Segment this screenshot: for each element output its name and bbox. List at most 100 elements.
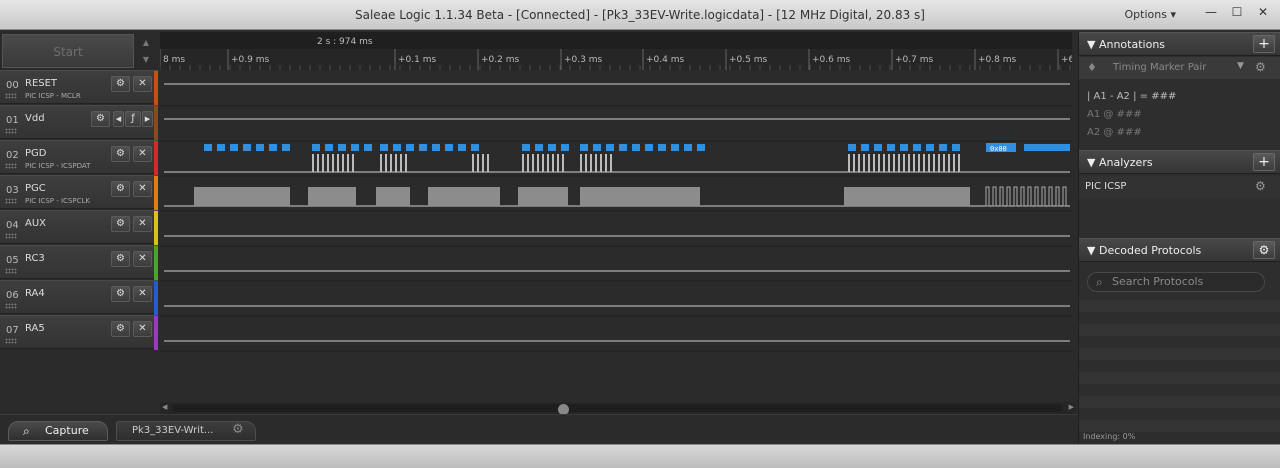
collapse-icon[interactable]: ▼ — [1087, 156, 1095, 169]
maximize-button[interactable]: ☐ — [1226, 3, 1248, 21]
channel-number: 07 — [6, 325, 19, 336]
decoded-bubble — [619, 144, 627, 151]
trigger-edge-icon[interactable]: ƒ — [125, 111, 141, 127]
close-icon[interactable]: ✕ — [133, 321, 152, 337]
drag-handle-icon[interactable] — [5, 128, 17, 134]
signal-pulse — [600, 154, 602, 172]
drag-handle-icon[interactable] — [5, 233, 17, 239]
search-placeholder: Search Protocols — [1112, 275, 1204, 288]
gear-icon[interactable]: ⚙ — [111, 251, 130, 267]
channel-row-ra4[interactable]: 06 RA4 ⚙ ✕ — [0, 280, 158, 315]
minimize-button[interactable]: — — [1200, 3, 1222, 21]
channel-name[interactable]: RA4 — [25, 288, 45, 299]
scroll-track[interactable] — [172, 404, 1062, 415]
search-icon: ⌕ — [1096, 275, 1103, 289]
decoded-bubble — [939, 144, 947, 151]
channel-name[interactable]: RESET — [25, 78, 57, 89]
gear-icon[interactable]: ⚙ — [1255, 60, 1266, 74]
channel-number: 01 — [6, 115, 19, 126]
chevron-down-icon[interactable]: ▼ — [1237, 61, 1244, 71]
gear-icon[interactable]: ⚙ — [111, 146, 130, 162]
decoded-bubble — [952, 144, 960, 151]
channel-row-reset[interactable]: 00 RESET PIC ICSP - MCLR ⚙ ✕ — [0, 70, 158, 105]
spin-up-icon[interactable]: ▲ — [138, 34, 154, 51]
decoded-protocols-header[interactable]: ▼ Decoded Protocols ⚙ — [1079, 238, 1280, 262]
signal-pulse — [863, 154, 865, 172]
gear-icon[interactable]: ⚙ — [111, 181, 130, 197]
annotations-header[interactable]: ▼ Annotations + — [1079, 32, 1280, 56]
waveform-area[interactable]: 2 s : 974 ms 8 ms +0.9 ms +0.1 ms +0.2 ms +0… — [159, 32, 1075, 402]
trigger-left-icon[interactable]: ◀ — [113, 111, 124, 127]
close-icon[interactable]: ✕ — [133, 76, 152, 92]
signal-pulse — [893, 154, 895, 172]
add-analyzer-button[interactable]: + — [1253, 153, 1275, 171]
decoded-bubble — [671, 144, 679, 151]
timing-marker-row[interactable]: ♦ Timing Marker Pair ▼ ⚙ — [1079, 57, 1280, 79]
ruler-tick-label: +0.3 ms — [564, 55, 602, 65]
close-icon[interactable]: ✕ — [133, 146, 152, 162]
drag-handle-icon[interactable] — [5, 268, 17, 274]
clock-burst — [580, 187, 700, 206]
channel-row-pgc[interactable]: 03 PGC PIC ICSP - ICSPCLK ⚙ ✕ — [0, 175, 158, 210]
close-icon[interactable]: ✕ — [133, 286, 152, 302]
tab-capture[interactable]: ⌕ Capture — [8, 421, 108, 441]
close-icon[interactable]: ✕ — [133, 216, 152, 232]
signal-pulse — [933, 154, 935, 172]
waveform-canvas[interactable]: 2 s : 974 ms 8 ms +0.9 ms +0.1 ms +0.2 ms +0… — [159, 32, 1075, 402]
gear-icon[interactable]: ⚙ — [1253, 241, 1275, 259]
search-protocols-input[interactable]: ⌕ Search Protocols — [1087, 272, 1265, 292]
channel-color-bar — [154, 281, 158, 315]
analyzers-header[interactable]: ▼ Analyzers + — [1079, 150, 1280, 174]
analyzer-item[interactable]: PIC ICSP ⚙ — [1079, 176, 1280, 198]
gear-icon[interactable]: ⚙ — [91, 111, 110, 127]
start-button[interactable]: Start — [2, 34, 134, 68]
drag-handle-icon[interactable] — [5, 163, 17, 169]
drag-handle-icon[interactable] — [5, 303, 17, 309]
collapse-icon[interactable]: ▼ — [1087, 38, 1095, 51]
channel-name[interactable]: Vdd — [25, 113, 45, 124]
channel-name[interactable]: PGD — [25, 148, 46, 159]
decoded-bubble — [535, 144, 543, 151]
channel-name[interactable]: RA5 — [25, 323, 45, 334]
signal-pulse — [888, 154, 890, 172]
decoded-bubble — [861, 144, 869, 151]
gear-icon[interactable]: ⚙ — [111, 321, 130, 337]
gear-icon[interactable]: ⚙ — [111, 216, 130, 232]
channel-name[interactable]: AUX — [25, 218, 46, 229]
horizontal-scrollbar[interactable]: ◀ ▶ — [160, 402, 1076, 415]
start-spinner[interactable]: ▲ ▼ — [138, 34, 154, 68]
channel-row-rc3[interactable]: 05 RC3 ⚙ ✕ — [0, 245, 158, 280]
drag-handle-icon[interactable] — [5, 93, 17, 99]
signal-pulse — [853, 154, 855, 172]
signal-pulse — [522, 154, 524, 172]
channel-row-ra5[interactable]: 07 RA5 ⚙ ✕ — [0, 315, 158, 350]
channel-name[interactable]: RC3 — [25, 253, 45, 264]
signal-pulse — [580, 154, 582, 172]
close-icon[interactable]: ✕ — [133, 181, 152, 197]
drag-handle-icon[interactable] — [5, 198, 17, 204]
close-icon[interactable]: ✕ — [133, 251, 152, 267]
gear-icon[interactable]: ⚙ — [232, 422, 244, 437]
decoded-bubble — [312, 144, 320, 151]
trigger-right-icon[interactable]: ▶ — [142, 111, 153, 127]
close-button[interactable]: ✕ — [1252, 3, 1274, 21]
gear-icon[interactable]: ⚙ — [111, 76, 130, 92]
decoded-bubble — [458, 144, 466, 151]
scroll-left-icon[interactable]: ◀ — [162, 403, 167, 411]
add-annotation-button[interactable]: + — [1253, 35, 1275, 53]
channel-row-pgd[interactable]: 02 PGD PIC ICSP - ICSPDAT ⚙ ✕ — [0, 140, 158, 175]
scroll-right-icon[interactable]: ▶ — [1069, 403, 1074, 411]
channel-row-aux[interactable]: 04 AUX ⚙ ✕ — [0, 210, 158, 245]
channel-name[interactable]: PGC — [25, 183, 46, 194]
gear-icon[interactable]: ⚙ — [1255, 179, 1266, 193]
decoded-protocols-list[interactable] — [1079, 300, 1280, 444]
channel-row-vdd[interactable]: 01 Vdd ⚙ ◀ ƒ ▶ — [0, 105, 158, 140]
options-menu[interactable]: Options ▾ — [1125, 8, 1176, 21]
clock-pulse — [1048, 186, 1053, 207]
signal-pulse — [913, 154, 915, 172]
gear-icon[interactable]: ⚙ — [111, 286, 130, 302]
drag-handle-icon[interactable] — [5, 338, 17, 344]
clock-burst — [308, 187, 356, 206]
collapse-icon[interactable]: ▼ — [1087, 244, 1095, 257]
spin-down-icon[interactable]: ▼ — [138, 51, 154, 68]
